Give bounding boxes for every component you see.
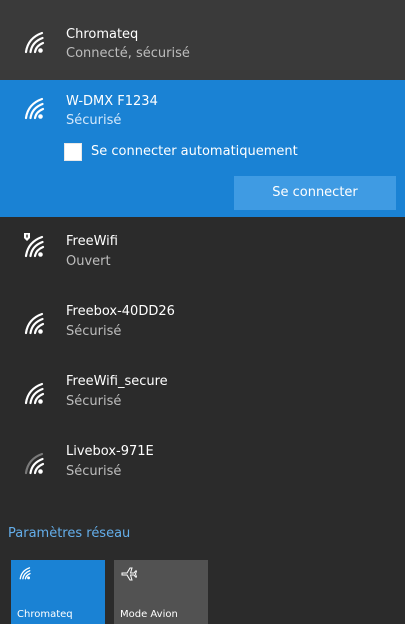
wifi-open-shield-icon [22, 232, 50, 258]
auto-connect-checkbox[interactable] [64, 143, 82, 161]
network-status: Sécurisé [66, 324, 122, 339]
network-name: Chromateq [66, 27, 139, 42]
wifi-icon [22, 30, 50, 54]
network-item-w-dmx-f1234[interactable]: W-DMX F1234 Sécurisé Se connecter automa… [0, 80, 405, 217]
quick-action-wifi[interactable]: Chromateq [11, 560, 105, 624]
auto-connect-label[interactable]: Se connecter automatiquement [91, 144, 298, 159]
airplane-icon [121, 566, 138, 585]
network-status: Ouvert [66, 254, 111, 269]
network-item-chromateq[interactable]: Chromateq Connecté, sécurisé [0, 0, 405, 80]
quick-action-airplane-mode[interactable]: Mode Avion [114, 560, 208, 624]
network-status: Connecté, sécurisé [66, 46, 190, 61]
network-item-livebox-971e[interactable]: Livebox-971E Sécurisé [0, 427, 405, 497]
network-status: Sécurisé [66, 113, 122, 128]
network-status: Sécurisé [66, 394, 122, 409]
network-item-freewifi[interactable]: FreeWifi Ouvert [0, 217, 405, 287]
network-settings-link[interactable]: Paramètres réseau [8, 526, 130, 541]
network-name: W-DMX F1234 [66, 94, 158, 109]
connect-button[interactable]: Se connecter [234, 176, 396, 210]
wifi-icon [22, 311, 50, 335]
network-name: FreeWifi [66, 234, 118, 249]
network-status: Sécurisé [66, 464, 122, 479]
wifi-icon [22, 381, 50, 405]
network-item-freebox-40dd26[interactable]: Freebox-40DD26 Sécurisé [0, 287, 405, 357]
network-item-freewifi-secure[interactable]: FreeWifi_secure Sécurisé [0, 357, 405, 427]
network-name: FreeWifi_secure [66, 374, 168, 389]
tile-label: Mode Avion [120, 609, 178, 620]
wifi-icon [18, 566, 34, 583]
network-name: Livebox-971E [66, 444, 154, 459]
wifi-weak-icon [22, 451, 50, 475]
network-flyout: Chromateq Connecté, sécurisé W-DMX F1234… [0, 0, 405, 624]
wifi-icon [22, 96, 50, 120]
tile-label: Chromateq [17, 609, 73, 620]
network-name: Freebox-40DD26 [66, 304, 175, 319]
